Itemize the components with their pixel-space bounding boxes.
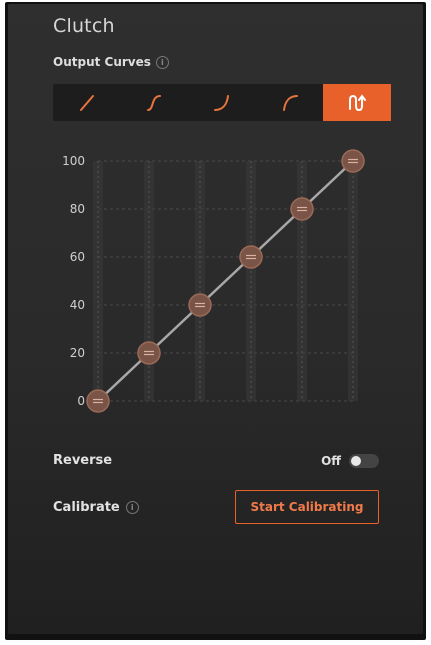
exponential-curve-icon [213,94,229,111]
calibrate-row: Calibrate i Start Calibrating [53,490,379,524]
curve-point[interactable] [341,149,365,173]
curve-line [97,160,354,402]
curve-button-exponential[interactable] [188,84,256,121]
info-icon[interactable]: i [155,55,169,69]
custom-curve-icon [349,93,367,111]
output-curves-heading: Output Curves i [53,55,169,69]
y-tick-label: 40 [70,298,85,312]
calibrate-info-icon[interactable]: i [125,500,139,514]
curve-button-custom[interactable] [323,84,391,121]
output-curves-label: Output Curves [53,55,151,69]
clutch-panel: Clutch Output Curves i 100 80 60 40 20 0… [8,4,423,634]
reverse-row: Reverse Off [53,453,379,468]
curve-point[interactable] [290,197,314,221]
y-tick-label: 60 [70,250,85,264]
curve-point[interactable] [188,293,212,317]
logarithmic-curve-icon [282,94,298,111]
toggle-knob [351,455,361,466]
calibrate-heading: Calibrate i [53,500,139,515]
y-tick-label: 20 [70,346,85,360]
linear-curve-icon [79,94,94,111]
y-tick-label: 80 [70,202,85,216]
reverse-label: Reverse [53,453,113,468]
calibrate-label: Calibrate [53,499,120,515]
curve-button-logarithmic[interactable] [256,84,324,121]
curve-button-linear[interactable] [53,84,121,121]
output-curve-chart[interactable]: 100 80 60 40 20 0 [48,144,378,424]
curve-point[interactable] [239,245,263,269]
reverse-toggle[interactable] [349,453,379,468]
reverse-toggle-group: Off [321,453,379,468]
y-tick-label: 100 [62,154,85,168]
reverse-state-text: Off [321,453,341,468]
curve-point[interactable] [137,341,161,365]
curve-button-s-curve[interactable] [121,84,189,121]
s-curve-icon [147,94,162,111]
y-tick-label: 0 [77,394,85,408]
curve-point[interactable] [86,389,110,413]
panel-title: Clutch [53,15,115,37]
start-calibrating-button[interactable]: Start Calibrating [235,490,379,524]
curve-selector [53,84,391,121]
